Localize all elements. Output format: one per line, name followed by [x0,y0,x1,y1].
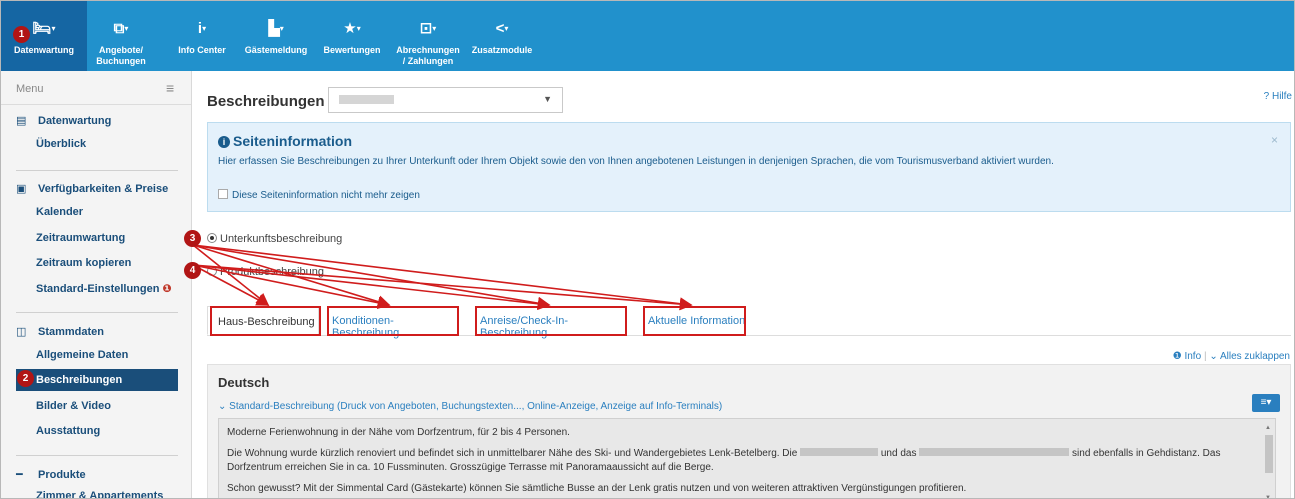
annotation-badge-3: 3 [184,230,201,247]
app-window: 🛏▾ Datenwartung ⧉▾ Angebote/Buchungen i▾… [0,0,1295,499]
annotation-badge-1: 1 [13,26,30,43]
annotation-arrows [192,244,693,311]
annotation-badge-2: 2 [17,370,34,387]
annotation-badge-4: 4 [184,262,201,279]
